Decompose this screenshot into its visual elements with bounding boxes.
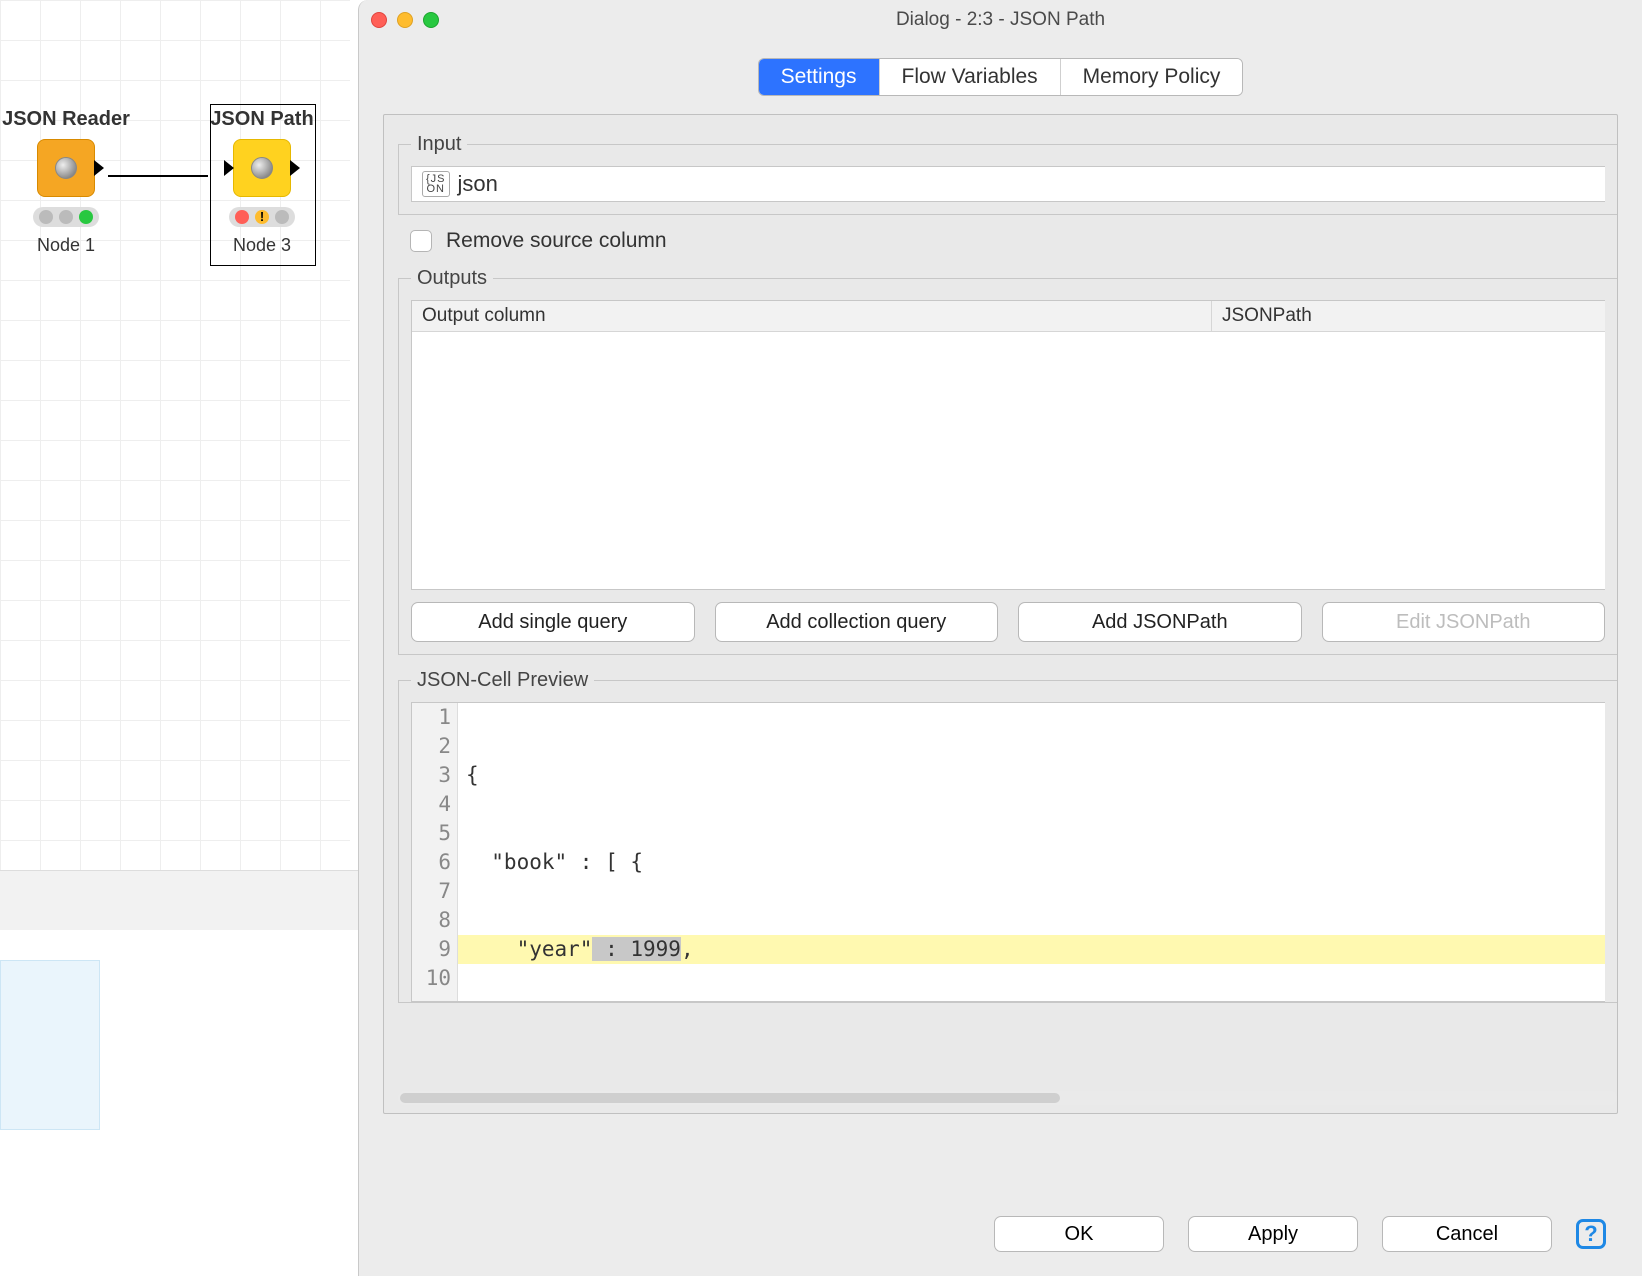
- panel-divider: [0, 870, 370, 930]
- code-line-highlighted: "year" : 1999,: [458, 935, 1605, 964]
- node-body[interactable]: [233, 139, 291, 197]
- code-line: {: [458, 761, 1605, 790]
- outputs-group: Outputs Output column JSONPath Add singl…: [398, 267, 1617, 655]
- input-column-selector[interactable]: {JS ON json: [411, 166, 1605, 202]
- led-yellow-warning: [255, 210, 269, 224]
- input-column-name: json: [458, 171, 498, 197]
- led-red: [235, 210, 249, 224]
- tab-settings[interactable]: Settings: [759, 59, 880, 95]
- add-collection-query-button[interactable]: Add collection query: [715, 602, 999, 642]
- help-icon[interactable]: ?: [1576, 1219, 1606, 1249]
- line-number-gutter: 1 2 3 4 5 6 7 8 9 10: [412, 703, 458, 1001]
- ok-button[interactable]: OK: [994, 1216, 1164, 1252]
- json-preview[interactable]: 1 2 3 4 5 6 7 8 9 10 { "book" : [ { "yea…: [411, 702, 1605, 1002]
- code-area[interactable]: { "book" : [ { "year" : 1999, "title" : …: [458, 703, 1605, 1001]
- led-red: [39, 210, 53, 224]
- apply-button[interactable]: Apply: [1188, 1216, 1358, 1252]
- edit-jsonpath-button: Edit JSONPath: [1322, 602, 1606, 642]
- led-green: [79, 210, 93, 224]
- window-title: Dialog - 2:3 - JSON Path: [359, 9, 1642, 31]
- workflow-canvas[interactable]: JSON Reader Node 1 JSON Path Node 3: [0, 0, 350, 870]
- node-title: JSON Reader: [0, 108, 136, 131]
- outputs-legend: Outputs: [411, 267, 493, 290]
- col-jsonpath[interactable]: JSONPath: [1212, 301, 1605, 331]
- scrollbar-thumb[interactable]: [400, 1093, 1060, 1103]
- node-caption: Node 1: [0, 235, 136, 256]
- tab-flow-variables[interactable]: Flow Variables: [880, 59, 1061, 95]
- remove-source-label: Remove source column: [446, 229, 667, 253]
- node-output-port[interactable]: [290, 160, 300, 176]
- outputs-button-row: Add single query Add collection query Ad…: [411, 602, 1605, 642]
- outputs-table[interactable]: Output column JSONPath: [411, 300, 1605, 590]
- dialog-window: Dialog - 2:3 - JSON Path Settings Flow V…: [358, 0, 1642, 1276]
- titlebar[interactable]: Dialog - 2:3 - JSON Path: [359, 0, 1642, 40]
- dialog-footer: OK Apply Cancel ?: [359, 1216, 1642, 1252]
- node-glyph-icon: [251, 157, 273, 179]
- tab-segment: Settings Flow Variables Memory Policy: [758, 58, 1244, 96]
- tab-memory-policy[interactable]: Memory Policy: [1061, 59, 1243, 95]
- input-legend: Input: [411, 133, 467, 156]
- horizontal-scrollbar[interactable]: [398, 1091, 1617, 1105]
- remove-source-checkbox-row[interactable]: Remove source column: [410, 229, 1617, 253]
- led-yellow-off: [59, 210, 73, 224]
- node-title: JSON Path: [192, 108, 332, 131]
- node-caption: Node 3: [192, 235, 332, 256]
- tab-bar: Settings Flow Variables Memory Policy: [359, 40, 1642, 114]
- checkbox-icon[interactable]: [410, 230, 432, 252]
- node-input-port[interactable]: [224, 160, 234, 176]
- input-group: Input {JS ON json: [398, 133, 1617, 215]
- node-output-port[interactable]: [94, 160, 104, 176]
- code-selection: : 1999: [592, 937, 681, 961]
- node-status-lights: [33, 207, 99, 227]
- node-json-reader[interactable]: JSON Reader Node 1: [0, 108, 136, 256]
- side-panel-placeholder: [0, 960, 100, 1130]
- code-line: "book" : [ {: [458, 848, 1605, 877]
- preview-legend: JSON-Cell Preview: [411, 669, 594, 692]
- add-jsonpath-button[interactable]: Add JSONPath: [1018, 602, 1302, 642]
- node-status-lights: [229, 207, 295, 227]
- led-green-off: [275, 210, 289, 224]
- node-body[interactable]: [37, 139, 95, 197]
- node-json-path[interactable]: JSON Path Node 3: [192, 108, 332, 256]
- cancel-button[interactable]: Cancel: [1382, 1216, 1552, 1252]
- dialog-content: Input {JS ON json Remove source column O…: [383, 114, 1618, 1114]
- json-type-icon: {JS ON: [422, 171, 450, 197]
- col-output-column[interactable]: Output column: [412, 301, 1212, 331]
- preview-group: JSON-Cell Preview 1 2 3 4 5 6 7 8 9 10 {…: [398, 669, 1617, 1003]
- outputs-table-header: Output column JSONPath: [412, 301, 1605, 332]
- add-single-query-button[interactable]: Add single query: [411, 602, 695, 642]
- node-glyph-icon: [55, 157, 77, 179]
